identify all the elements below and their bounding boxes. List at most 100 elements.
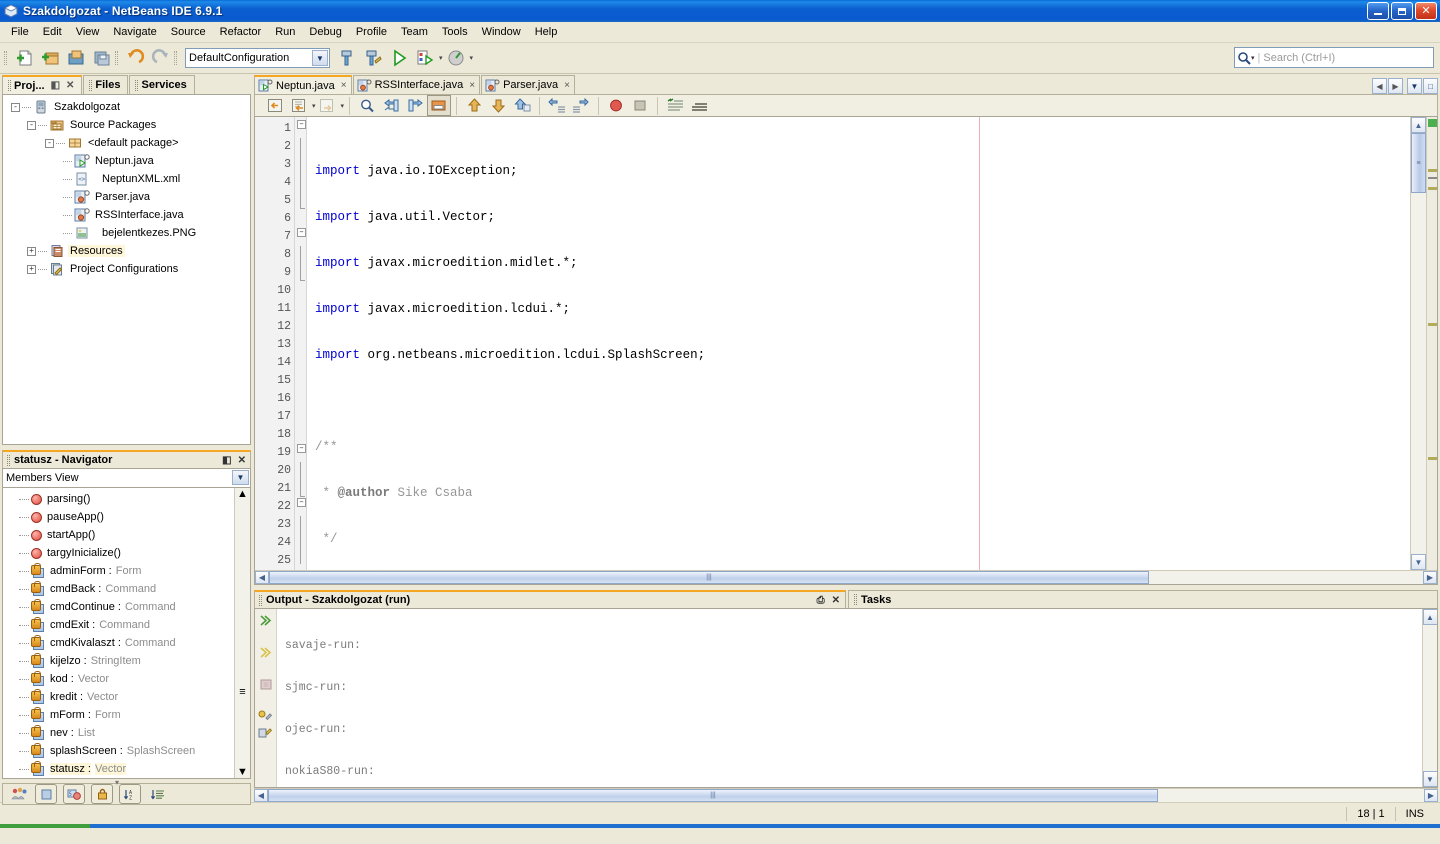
fold-toggle[interactable]: – [297,498,306,507]
scroll-left-button[interactable]: ◀ [255,571,269,584]
tree-node-szakdolgozat[interactable]: - Szakdolgozat [7,98,250,116]
tab-list-dropdown-button[interactable]: ▼ [1407,78,1422,94]
menu-item-edit[interactable]: Edit [36,24,69,41]
clean-and-build-icon[interactable] [360,46,386,70]
forward-dropdown-icon[interactable]: ▾ [341,102,345,110]
menu-item-help[interactable]: Help [528,24,565,41]
next-bookmark-icon[interactable] [403,95,427,116]
tree-node-rssinterface-java[interactable]: RSSInterface.java [7,206,250,224]
menu-item-team[interactable]: Team [394,24,435,41]
list-item[interactable]: adminForm : Form [3,562,250,580]
menu-item-tools[interactable]: Tools [435,24,475,41]
list-item[interactable]: pauseApp() [3,508,250,526]
tab-files[interactable]: Files [83,75,129,94]
code-view[interactable]: 1 2 3 4 5 6 7 8 9 10 11 12 13 14 15 16 1 [255,117,1437,570]
scrollbar-thumb[interactable]: ||| [268,789,1158,802]
search-icon[interactable]: ▾ [1237,51,1255,65]
tree-toggle[interactable]: - [11,102,20,112]
menu-item-run[interactable]: Run [268,24,302,41]
build-project-icon[interactable] [334,46,360,70]
next-error-icon[interactable] [486,95,510,116]
scroll-left-button[interactable]: ◀ [254,789,268,802]
editor-tab-neptun-java[interactable]: Neptun.java × [254,75,352,94]
chevron-down-icon[interactable]: ▼ [312,50,328,66]
close-icon[interactable]: × [341,80,347,91]
scrollbar-thumb[interactable]: ≡ [1411,133,1426,193]
list-item[interactable]: statusz : Vector [3,760,250,778]
scroll-right-button[interactable]: ▶ [1424,789,1438,802]
tree-toggle[interactable]: + [27,264,36,274]
find-selection-icon[interactable] [355,95,379,116]
editor-vertical-scrollbar[interactable]: ▲ ≡ ▼ [1410,117,1426,570]
tree-node-neptunxml-xml[interactable]: <> NeptunXML.xml [7,170,250,188]
show-static-members-icon[interactable]: S [63,784,85,804]
list-item[interactable]: cmdContinue : Command [3,598,250,616]
shift-line-right-icon[interactable] [569,95,593,116]
menu-item-refactor[interactable]: Refactor [213,24,269,41]
tree-node-neptun-java[interactable]: Neptun.java [7,152,250,170]
tree-toggle[interactable]: - [45,138,54,148]
menu-item-profile[interactable]: Profile [349,24,394,41]
list-item[interactable]: kod : Vector [3,670,250,688]
scroll-up-button[interactable]: ▲ [237,488,248,500]
tree-node-source-packages[interactable]: - Source Packages [7,116,250,134]
scroll-tabs-right-button[interactable]: ▶ [1388,78,1403,94]
profile-project-icon[interactable] [443,46,469,70]
minimize-window-icon[interactable]: ⎙ [817,595,825,606]
scroll-down-button[interactable]: ▼ [1422,771,1437,787]
fold-toggle[interactable]: – [297,444,306,453]
tree-toggle[interactable]: - [27,120,36,130]
fold-toggle[interactable]: – [297,228,306,237]
minimize-window-icon[interactable]: ◧ [222,455,231,466]
scroll-right-button[interactable]: ▶ [1423,571,1437,584]
list-item[interactable]: kredit : Vector [3,688,250,706]
list-item[interactable]: startApp() [3,526,250,544]
close-icon[interactable]: ✕ [66,80,74,91]
editor-horizontal-scrollbar[interactable]: ◀ ||| ▶ [255,570,1437,584]
tab-services[interactable]: Services [129,75,195,94]
tree-toggle[interactable]: + [27,246,36,256]
list-item[interactable]: targyInicialize() [3,544,250,562]
shift-line-left-icon[interactable] [545,95,569,116]
maximize-window-button[interactable]: □ [1423,78,1438,94]
new-file-icon[interactable] [11,46,37,70]
list-item[interactable]: cmdExit : Command [3,616,250,634]
menu-item-debug[interactable]: Debug [302,24,348,41]
close-icon[interactable]: × [469,80,475,91]
uncomment-icon[interactable] [687,95,711,116]
run-target-icon[interactable] [255,644,276,660]
new-project-icon[interactable] [37,46,63,70]
toggle-breakpoint-icon[interactable] [510,95,534,116]
previous-error-icon[interactable] [462,95,486,116]
list-item[interactable]: splashScreen : SplashScreen [3,742,250,760]
show-non-public-icon[interactable] [91,784,113,804]
profiler-icon[interactable] [255,724,276,740]
scrollbar-thumb[interactable]: ≡ [239,686,245,726]
team-icon[interactable] [9,784,29,804]
last-edit-icon[interactable] [263,95,287,116]
tree-node-default-package[interactable]: - <default package> [7,134,250,152]
list-item[interactable]: cmdBack : Command [3,580,250,598]
chevron-down-icon[interactable]: ▼ [232,470,249,485]
search-input[interactable]: Search (Ctrl+I) [1263,52,1335,64]
show-fields-icon[interactable] [35,784,57,804]
navigator-member-list[interactable]: parsing() pauseApp() startApp() targyIni… [2,487,251,779]
tree-node-resources[interactable]: + Resources [7,242,250,260]
menu-item-navigate[interactable]: Navigate [106,24,163,41]
forward-icon[interactable] [316,95,340,116]
debug-project-icon[interactable] [412,46,438,70]
comment-icon[interactable] [663,95,687,116]
scroll-up-button[interactable]: ▲ [1411,117,1426,133]
minimize-button[interactable] [1367,2,1389,20]
run-project-icon[interactable] [386,46,412,70]
run-target-icon[interactable] [255,612,276,628]
scroll-down-button[interactable]: ▼ [1411,554,1426,570]
tab-tasks[interactable]: Tasks [848,590,1438,608]
tree-node-parser-java[interactable]: Parser.java [7,188,250,206]
tree-node-bejelentkezes-png[interactable]: bejelentkezes.PNG [7,224,250,242]
error-stripe[interactable] [1426,117,1437,570]
menu-item-source[interactable]: Source [164,24,213,41]
project-configuration-select[interactable]: DefaultConfiguration ▼ [185,48,330,68]
search-box[interactable]: ▾ | Search (Ctrl+I) [1234,47,1434,68]
list-item[interactable]: mForm : Form [3,706,250,724]
